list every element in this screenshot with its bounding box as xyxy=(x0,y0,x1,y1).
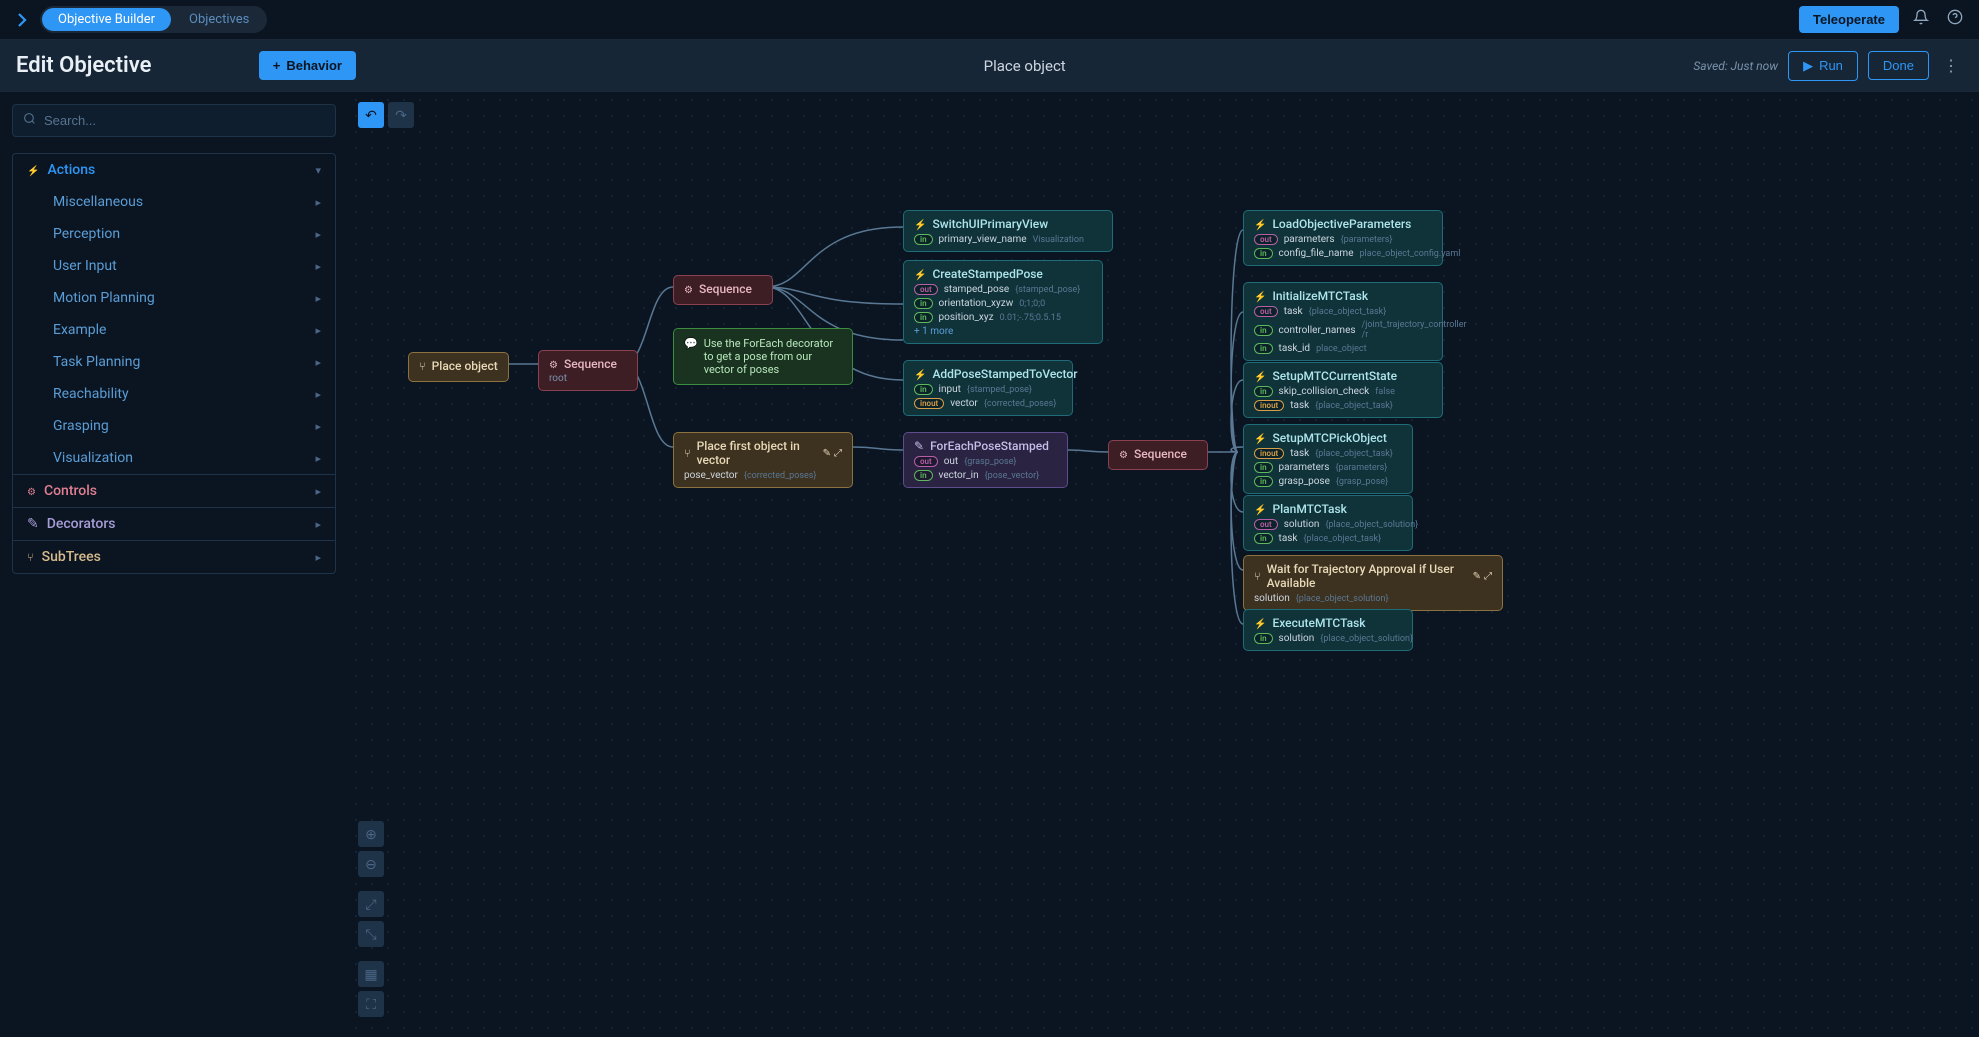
grid-button[interactable]: ▦ xyxy=(358,961,384,987)
notification-icon[interactable] xyxy=(1909,5,1933,34)
chevron-right-icon: ▸ xyxy=(315,485,321,498)
node-sequence-child[interactable]: Sequence xyxy=(673,275,773,305)
more-ports-link[interactable]: + 1 more xyxy=(914,326,1092,337)
search-input-container[interactable] xyxy=(12,104,336,137)
fullscreen-button[interactable]: ⛶ xyxy=(358,991,384,1017)
node-load-objective-parameters[interactable]: LoadObjectiveParameters outparameterspar… xyxy=(1243,210,1443,266)
tree-sub-user-input[interactable]: User Input▸ xyxy=(13,250,335,282)
node-place-object-root[interactable]: Place object xyxy=(408,352,509,382)
chevron-right-icon: ▸ xyxy=(315,388,321,401)
gear-icon xyxy=(27,483,36,499)
node-foreach-pose-stamped[interactable]: ForEachPoseStamped outoutgrasp_pose inve… xyxy=(903,432,1068,488)
zoom-in-button[interactable]: ⊕ xyxy=(358,821,384,847)
node-add-pose-stamped-to-vector[interactable]: AddPoseStampedToVector ininputstamped_po… xyxy=(903,360,1073,416)
tree-category-controls[interactable]: Controls ▸ xyxy=(13,474,335,507)
chevron-right-icon: ▸ xyxy=(315,228,321,241)
tab-objectives[interactable]: Objectives xyxy=(173,8,265,31)
expand-node-icon[interactable]: ⤢ xyxy=(834,448,842,459)
tree-sub-grasping[interactable]: Grasping▸ xyxy=(13,410,335,442)
chevron-right-icon: ▸ xyxy=(315,518,321,531)
chevron-right-icon: ▸ xyxy=(315,324,321,337)
expand-button[interactable]: ⤢ xyxy=(358,891,384,917)
chevron-right-icon: ▸ xyxy=(315,292,321,305)
chevron-right-icon: ▸ xyxy=(315,196,321,209)
search-input[interactable] xyxy=(44,113,325,128)
plus-icon: + xyxy=(273,58,281,73)
tree-category-actions[interactable]: Actions ▾ xyxy=(13,154,335,186)
bolt-icon xyxy=(1254,369,1266,383)
chevron-down-icon: ▾ xyxy=(315,164,321,177)
bolt-icon xyxy=(914,217,926,231)
branch-icon xyxy=(684,446,691,460)
search-icon xyxy=(23,112,36,129)
node-sequence-foreach[interactable]: Sequence xyxy=(1108,440,1208,470)
node-sequence-root[interactable]: Sequence root xyxy=(538,350,638,391)
teleoperate-button[interactable]: Teleoperate xyxy=(1799,6,1899,33)
node-comment[interactable]: 💬Use the ForEach decorator to get a pose… xyxy=(673,328,853,385)
node-place-first-object[interactable]: Place first object in vector✎⤢ pose_vect… xyxy=(673,432,853,488)
gear-icon xyxy=(684,282,693,296)
node-create-stamped-pose[interactable]: CreateStampedPose outstamped_posestamped… xyxy=(903,260,1103,344)
branch-icon xyxy=(27,549,34,565)
gear-icon xyxy=(1119,447,1128,461)
objective-name: Place object xyxy=(356,57,1693,75)
redo-button[interactable]: ↷ xyxy=(388,102,414,128)
tree-sub-motion-planning[interactable]: Motion Planning▸ xyxy=(13,282,335,314)
node-plan-mtc-task[interactable]: PlanMTCTask outsolutionplace_object_solu… xyxy=(1243,495,1413,551)
branch-icon xyxy=(419,359,426,373)
pencil-icon xyxy=(914,439,924,453)
page-title: Edit Objective xyxy=(16,53,151,78)
node-initialize-mtc-task[interactable]: InitializeMTCTask outtaskplace_object_ta… xyxy=(1243,282,1443,361)
bolt-icon xyxy=(1254,217,1266,231)
tree-category-decorators[interactable]: Decorators ▸ xyxy=(13,507,335,540)
chevron-right-icon: ▸ xyxy=(315,452,321,465)
zoom-out-button[interactable]: ⊖ xyxy=(358,851,384,877)
undo-button[interactable]: ↶ xyxy=(358,102,384,128)
node-switch-ui-primary-view[interactable]: SwitchUIPrimaryView inprimary_view_nameV… xyxy=(903,210,1113,252)
node-sub-label: root xyxy=(549,373,627,384)
chevron-right-icon: ▸ xyxy=(315,356,321,369)
bolt-icon xyxy=(1254,616,1266,630)
tree-sub-visualization[interactable]: Visualization▸ xyxy=(13,442,335,474)
done-button[interactable]: Done xyxy=(1868,51,1929,80)
bolt-icon xyxy=(1254,431,1266,445)
pencil-icon xyxy=(27,516,39,532)
node-setup-mtc-pick-object[interactable]: SetupMTCPickObject inouttaskplace_object… xyxy=(1243,424,1413,494)
expand-node-icon[interactable]: ⤢ xyxy=(1484,571,1492,582)
tree-sub-perception[interactable]: Perception▸ xyxy=(13,218,335,250)
chevron-right-icon: ▸ xyxy=(315,260,321,273)
bolt-icon xyxy=(27,162,39,178)
tree-sub-example[interactable]: Example▸ xyxy=(13,314,335,346)
tab-objective-builder[interactable]: Objective Builder xyxy=(42,8,171,31)
collapse-button[interactable]: ⤡ xyxy=(358,921,384,947)
node-setup-mtc-current-state[interactable]: SetupMTCCurrentState inskip_collision_ch… xyxy=(1243,362,1443,418)
comment-icon: 💬 xyxy=(684,337,698,376)
app-logo-icon xyxy=(12,10,32,30)
add-behavior-button[interactable]: + Behavior xyxy=(259,51,356,80)
bolt-icon xyxy=(1254,502,1266,516)
bolt-icon xyxy=(914,367,926,381)
tree-sub-task-planning[interactable]: Task Planning▸ xyxy=(13,346,335,378)
bolt-icon xyxy=(1254,289,1266,303)
tree-sub-miscellaneous[interactable]: Miscellaneous▸ xyxy=(13,186,335,218)
chevron-right-icon: ▸ xyxy=(315,551,321,564)
bolt-icon xyxy=(914,267,926,281)
tree-category-subtrees[interactable]: SubTrees ▸ xyxy=(13,540,335,573)
help-icon[interactable] xyxy=(1943,5,1967,34)
chevron-right-icon: ▸ xyxy=(315,420,321,433)
node-execute-mtc-task[interactable]: ExecuteMTCTask insolutionplace_object_so… xyxy=(1243,609,1413,651)
edit-icon[interactable]: ✎ xyxy=(823,448,831,459)
edit-icon[interactable]: ✎ xyxy=(1473,571,1481,582)
play-icon: ▶ xyxy=(1803,58,1813,74)
run-button[interactable]: ▶ Run xyxy=(1788,51,1858,81)
more-options-icon[interactable]: ⋮ xyxy=(1939,52,1963,80)
node-wait-trajectory-approval[interactable]: Wait for Trajectory Approval if User Ava… xyxy=(1243,555,1503,611)
branch-icon xyxy=(1254,569,1261,583)
gear-icon xyxy=(549,357,558,371)
saved-status: Saved: Just now xyxy=(1693,59,1778,73)
tree-sub-reachability[interactable]: Reachability▸ xyxy=(13,378,335,410)
